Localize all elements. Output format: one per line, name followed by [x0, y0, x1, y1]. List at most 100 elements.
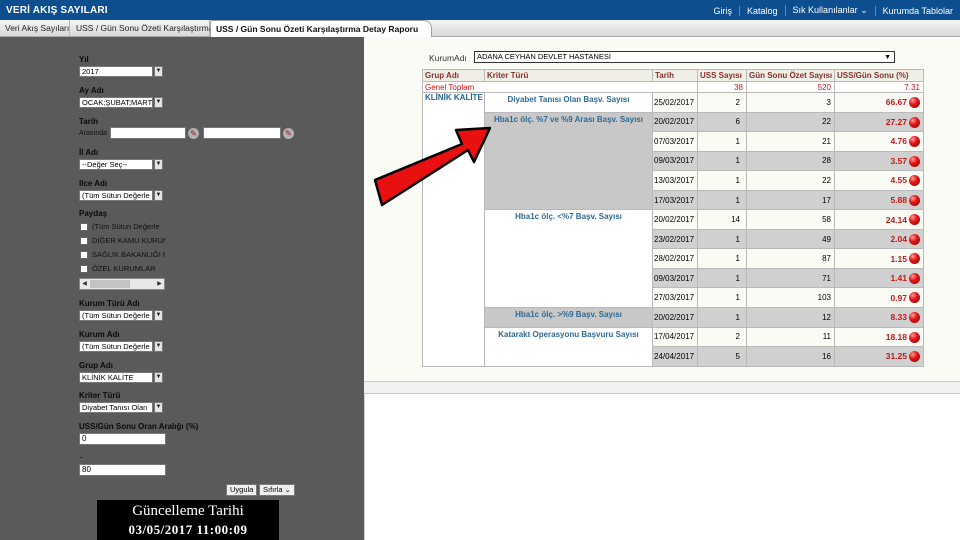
chevron-down-icon[interactable]: ▼: [154, 310, 163, 321]
date-start-input[interactable]: [110, 127, 186, 139]
red-status-icon: [909, 253, 920, 265]
nav-favorites[interactable]: Sık Kullanılanlar ⌄: [784, 5, 875, 16]
province-select[interactable]: --Değer Seç--: [79, 159, 153, 170]
checkbox[interactable]: [80, 236, 88, 245]
nav-home[interactable]: Giriş: [707, 6, 740, 16]
chevron-down-icon[interactable]: ▼: [154, 402, 163, 413]
month-select[interactable]: OCAK;ŞUBAT;MART;N: [79, 97, 153, 108]
grand-total-label: Genel Toplam: [422, 81, 698, 93]
stakeholder-option[interactable]: (Tüm Sütun Değerle: [80, 222, 165, 231]
update-date-box: Güncelleme Tarihi 03/05/2017 11:00:09: [97, 500, 279, 540]
nav-dashboards[interactable]: Kurumda Tablolar: [874, 5, 960, 16]
ratio-min-input[interactable]: 0: [79, 433, 166, 445]
institution-type-select[interactable]: (Tüm Sütun Değerle: [79, 310, 153, 321]
checkbox[interactable]: [80, 250, 88, 259]
col-header-date[interactable]: Tarih: [652, 69, 698, 82]
year-label: Yıl: [79, 55, 89, 64]
red-status-icon: [909, 331, 920, 343]
scroll-left-icon[interactable]: ◀: [80, 279, 89, 289]
ratio-separator: -: [80, 452, 83, 462]
col-header-criteria[interactable]: Kriter Türü: [484, 69, 653, 82]
report-institution-label: KurumAdı: [429, 53, 467, 63]
update-date: 03/05/2017 11:00:09: [128, 522, 248, 537]
chevron-down-icon[interactable]: ▼: [154, 372, 163, 383]
institution-select[interactable]: (Tüm Sütun Değerle: [79, 341, 153, 352]
institution-label: Kurum Adı: [79, 330, 120, 339]
red-status-icon: [909, 272, 920, 284]
red-status-icon: [909, 194, 920, 206]
scrollbar-thumb[interactable]: [90, 280, 130, 288]
scroll-right-icon[interactable]: ▶: [155, 279, 164, 289]
criteria-cell: Hba1c ölç. >%9 Başv. Sayısı: [484, 307, 653, 328]
col-header-uss[interactable]: USS Sayısı: [697, 69, 747, 82]
app-title: VERİ AKIŞ SAYILARI: [6, 5, 108, 16]
group-label: Grup Adı: [79, 361, 113, 370]
reset-button[interactable]: Sıfırla ⌄: [259, 484, 295, 496]
calendar-icon[interactable]: ✎: [283, 128, 294, 139]
red-status-icon: [909, 233, 920, 245]
date-between-label: Arasında: [79, 130, 108, 137]
institution-type-label: Kurum Türü Adı: [79, 299, 140, 308]
horizontal-scrollbar[interactable]: [364, 382, 960, 394]
criteria-cell: Diyabet Tanısı Olan Başv. Sayısı: [484, 92, 653, 113]
red-status-icon: [909, 116, 920, 128]
year-select[interactable]: 2017: [79, 66, 153, 77]
calendar-icon[interactable]: ✎: [188, 128, 199, 139]
red-status-icon: [909, 175, 920, 187]
table-row: Hba1c ölç. %7 ve %9 Arası Başv. Sayısı 2…: [423, 111, 924, 211]
tab-comparison[interactable]: USS / Gün Sonu Özeti Karşılaştırma: [71, 20, 213, 37]
chevron-down-icon[interactable]: ▼: [154, 341, 163, 352]
grand-total-row: Genel Toplam 38 520 7.31: [422, 81, 924, 93]
tab-data-flow[interactable]: Veri Akış Sayıları: [0, 20, 70, 37]
checkbox[interactable]: [80, 222, 88, 231]
red-status-icon: [909, 312, 920, 324]
red-status-icon: [909, 292, 920, 304]
report-institution-select[interactable]: ADANA CEYHAN DEVLET HASTANESİ ▼: [474, 51, 895, 63]
grand-total-uss: 38: [697, 81, 747, 93]
col-header-daily-summary[interactable]: Gün Sonu Özet Sayısı: [746, 69, 835, 82]
detail-report-table: Grup Adı Kriter Türü Tarih USS Sayısı Gü…: [422, 69, 924, 367]
table-row: KLİNİK KALİTE Diyabet Tanısı Olan Başv. …: [422, 92, 924, 367]
table-row: Hba1c ölç. <%7 Başv. Sayısı 20/02/2017 1…: [423, 209, 924, 309]
stakeholder-option[interactable]: DİĞER KAMU KURUM: [80, 236, 165, 245]
red-status-icon: [909, 97, 920, 108]
criteria-cell: Hba1c ölç. %7 ve %9 Arası Başv. Sayısı: [484, 111, 653, 211]
checkbox[interactable]: [80, 264, 88, 273]
top-bar: VERİ AKIŞ SAYILARI Giriş Katalog Sık Kul…: [0, 0, 960, 20]
chevron-down-icon[interactable]: ▼: [154, 190, 163, 201]
stakeholder-option[interactable]: ÖZEL KURUMLAR: [80, 264, 165, 273]
criteria-cell: Hba1c ölç. <%7 Başv. Sayısı: [484, 209, 653, 309]
ratio-max-input[interactable]: 80: [79, 464, 166, 476]
col-header-ratio[interactable]: USS/Gün Sonu (%): [834, 69, 924, 82]
table-row: Katarakt Operasyonu Başvuru Sayısı 17/04…: [423, 326, 924, 367]
chevron-down-icon[interactable]: ▼: [154, 159, 163, 170]
province-label: İl Adı: [79, 148, 99, 157]
tab-bar: Veri Akış Sayıları USS / Gün Sonu Özeti …: [0, 20, 960, 37]
apply-button[interactable]: Uygula: [226, 484, 258, 496]
district-select[interactable]: (Tüm Sütun Değerle: [79, 190, 153, 201]
top-navigation: Giriş Katalog Sık Kullanılanlar ⌄ Kurumd…: [707, 5, 960, 16]
table-row: Hba1c ölç. >%9 Başv. Sayısı 20/02/2017 1…: [423, 307, 924, 328]
criteria-cell: Katarakt Operasyonu Başvuru Sayısı: [484, 326, 653, 367]
stakeholder-option[interactable]: SAĞLIK BAKANLIĞI K: [80, 250, 165, 259]
horizontal-scrollbar[interactable]: ◀ ▶: [79, 278, 165, 290]
red-status-icon: [909, 214, 920, 226]
red-arrow-annotation: [373, 126, 492, 207]
grand-total-ratio: 7.31: [834, 81, 924, 93]
nav-catalog[interactable]: Katalog: [739, 5, 785, 16]
date-end-input[interactable]: [203, 127, 281, 139]
district-label: Ilce Adı: [79, 179, 108, 188]
chevron-down-icon[interactable]: ▼: [154, 66, 163, 77]
grand-total-daily: 520: [746, 81, 835, 93]
red-status-icon: [909, 155, 920, 167]
chevron-down-icon: ▼: [884, 54, 891, 61]
ratio-range-label: USS/Gün Sonu Oran Aralığı (%): [79, 422, 199, 431]
tab-comparison-detail[interactable]: USS / Gün Sonu Özeti Karşılaştırma Detay…: [210, 20, 432, 37]
red-status-icon: [909, 351, 920, 363]
col-header-group[interactable]: Grup Adı: [422, 69, 485, 82]
group-select[interactable]: KLİNİK KALİTE: [79, 372, 153, 383]
red-status-icon: [909, 136, 920, 148]
update-title: Güncelleme Tarihi: [132, 503, 244, 519]
criteria-select[interactable]: Diyabet Tanısı Olan: [79, 402, 153, 413]
chevron-down-icon[interactable]: ▼: [154, 97, 163, 108]
